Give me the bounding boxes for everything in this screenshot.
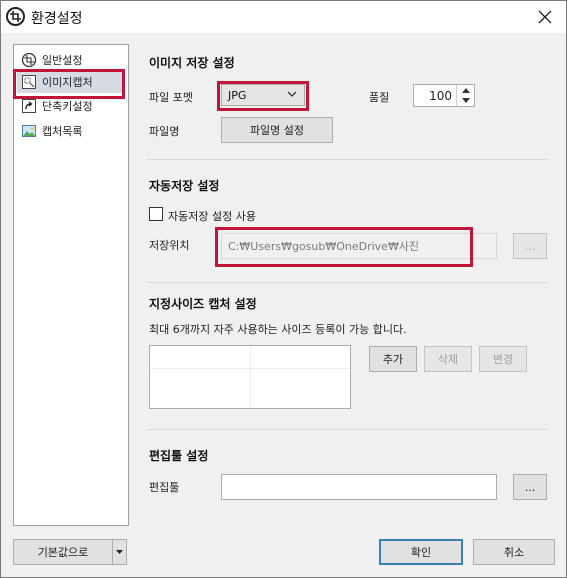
- editor-title: 편집툴 설정: [149, 449, 209, 463]
- sidebar-item-label: 이미지캡처: [42, 76, 93, 89]
- stepper-up-button[interactable]: [457, 85, 474, 96]
- section-divider: [147, 159, 547, 160]
- general-settings-icon: [21, 52, 37, 68]
- sidebar-item-image-capture[interactable]: 이미지캡처: [17, 71, 125, 93]
- stepper-down-button[interactable]: [457, 96, 474, 107]
- save-location-browse-button[interactable]: ...: [513, 233, 547, 259]
- triangle-down-icon: [461, 98, 470, 104]
- title-bar: 환경설정: [1, 1, 566, 33]
- reset-defaults-dropdown[interactable]: [112, 540, 126, 564]
- list-row-divider: [150, 368, 350, 369]
- capture-list-icon: [21, 123, 37, 139]
- custom-size-description: 최대 6개까지 자주 사용하는 사이즈 등록이 가능 합니다.: [149, 323, 407, 336]
- filename-settings-button[interactable]: 파일명 설정: [221, 117, 333, 143]
- add-size-button[interactable]: 추가: [369, 346, 417, 372]
- editor-path-input[interactable]: [221, 474, 497, 500]
- app-crop-icon: [6, 7, 25, 26]
- image-save-title: 이미지 저장 설정: [149, 56, 235, 70]
- image-capture-icon: [21, 74, 37, 90]
- chevron-down-icon: [286, 88, 298, 103]
- auto-save-checkbox[interactable]: [149, 207, 163, 221]
- custom-size-title: 지정사이즈 캡처 설정: [149, 297, 257, 311]
- file-format-select[interactable]: JPG: [221, 84, 305, 106]
- triangle-up-icon: [461, 87, 470, 93]
- save-location-label: 저장위치: [149, 239, 190, 252]
- quality-stepper[interactable]: 100: [413, 84, 475, 107]
- sidebar-item-label: 캡처목록: [42, 125, 83, 138]
- section-divider: [147, 282, 547, 283]
- delete-size-button[interactable]: 삭제: [424, 346, 472, 372]
- sidebar-item-general[interactable]: 일반설정: [17, 49, 125, 71]
- auto-save-checkbox-label: 자동저장 설정 사용: [168, 210, 256, 223]
- custom-size-list[interactable]: [149, 345, 351, 409]
- save-location-value: C:₩Users₩gosub₩OneDrive₩사진: [228, 240, 420, 253]
- ok-button[interactable]: 확인: [379, 539, 463, 565]
- file-format-value: JPG: [228, 88, 247, 102]
- quality-value: 100: [429, 88, 452, 103]
- list-column-divider: [250, 346, 251, 408]
- close-button[interactable]: [528, 1, 562, 33]
- settings-window: 환경설정 일반설정 이미지캡처 단축키설정 캡처목록 이미지 저장 설정 파일 …: [0, 0, 567, 578]
- sidebar-item-label: 단축키설정: [42, 100, 93, 113]
- shortcut-icon: [21, 98, 37, 114]
- reset-defaults-split-button[interactable]: 기본값으로: [13, 539, 127, 565]
- editor-label: 편집툴: [149, 481, 180, 494]
- editor-browse-button[interactable]: ...: [513, 474, 547, 500]
- window-title: 환경설정: [31, 11, 83, 27]
- quality-label: 품질: [369, 91, 390, 104]
- close-icon: [538, 10, 552, 24]
- auto-save-title: 자동저장 설정: [149, 179, 220, 193]
- file-format-label: 파일 포멧: [149, 91, 193, 104]
- section-divider: [147, 429, 547, 430]
- save-location-input[interactable]: C:₩Users₩gosub₩OneDrive₩사진: [221, 233, 497, 259]
- settings-sidebar: 일반설정 이미지캡처 단축키설정 캡처목록: [13, 44, 129, 526]
- sidebar-item-shortcut[interactable]: 단축키설정: [17, 95, 125, 117]
- sidebar-item-label: 일반설정: [42, 54, 83, 67]
- sidebar-item-capture-list[interactable]: 캡처목록: [17, 120, 125, 142]
- edit-size-button[interactable]: 변경: [479, 346, 527, 372]
- filename-label: 파일명: [149, 125, 180, 138]
- triangle-down-icon: [116, 550, 123, 554]
- cancel-button[interactable]: 취소: [473, 539, 555, 565]
- reset-defaults-button[interactable]: 기본값으로: [14, 540, 112, 564]
